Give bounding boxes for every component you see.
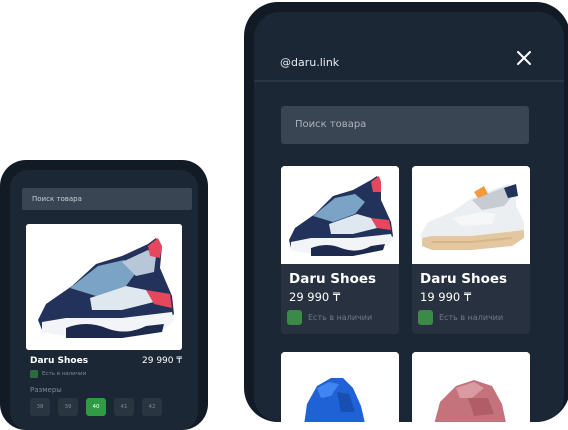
product-name: Daru Shoes: [420, 271, 508, 287]
store-handle: @daru.link: [280, 56, 340, 69]
product-card[interactable]: [281, 352, 399, 422]
sneaker-image: [26, 224, 182, 350]
large-phone-screen: @daru.link Поиск товара Daru Shoes 29 99…: [254, 12, 564, 422]
product-name: Daru Shoes: [30, 356, 89, 366]
availability-status: Есть в наличии: [30, 370, 86, 378]
size-option-42[interactable]: 42: [142, 398, 162, 416]
search-input[interactable]: Поиск товара: [281, 106, 529, 144]
sneaker-image: [281, 352, 399, 422]
size-option-39[interactable]: 39: [58, 398, 78, 416]
sizes-label: Размеры: [30, 386, 62, 394]
product-card[interactable]: Daru Shoes 29 990 ₸ Есть в наличии: [281, 166, 399, 334]
availability-label: Есть в наличии: [439, 313, 504, 322]
product-card[interactable]: [412, 352, 530, 422]
header: @daru.link: [254, 12, 564, 82]
in-stock-indicator: [418, 310, 433, 325]
small-phone-screen: Поиск товара Daru Shoes 29 990 ₸ Есть в …: [10, 170, 198, 430]
availability-label: Есть в наличии: [308, 313, 373, 322]
small-phone-mockup: Поиск товара Daru Shoes 29 990 ₸ Есть в …: [0, 160, 208, 430]
size-option-38[interactable]: 38: [30, 398, 50, 416]
product-image[interactable]: [26, 224, 182, 350]
product-price: 19 990 ₸: [420, 290, 472, 304]
sneaker-image: [281, 166, 399, 264]
sneaker-image: [412, 352, 530, 422]
large-phone-mockup: @daru.link Поиск товара Daru Shoes 29 99…: [244, 2, 568, 422]
sneaker-image: [412, 166, 530, 264]
product-price: 29 990 ₸: [289, 290, 341, 304]
availability-status: Есть в наличии: [418, 310, 503, 325]
size-option-40[interactable]: 40: [86, 398, 106, 416]
product-name: Daru Shoes: [289, 271, 377, 287]
close-icon[interactable]: [516, 50, 532, 66]
search-input[interactable]: Поиск товара: [22, 188, 192, 210]
availability-status: Есть в наличии: [287, 310, 372, 325]
product-image: [412, 166, 530, 264]
availability-label: Есть в наличии: [42, 371, 87, 377]
in-stock-indicator: [30, 370, 38, 378]
size-selector: 38 39 40 41 42: [30, 398, 162, 416]
size-option-41[interactable]: 41: [114, 398, 134, 416]
product-card[interactable]: Daru Shoes 19 990 ₸ Есть в наличии: [412, 166, 530, 334]
product-image: [281, 166, 399, 264]
product-price: 29 990 ₸: [142, 356, 183, 366]
in-stock-indicator: [287, 310, 302, 325]
